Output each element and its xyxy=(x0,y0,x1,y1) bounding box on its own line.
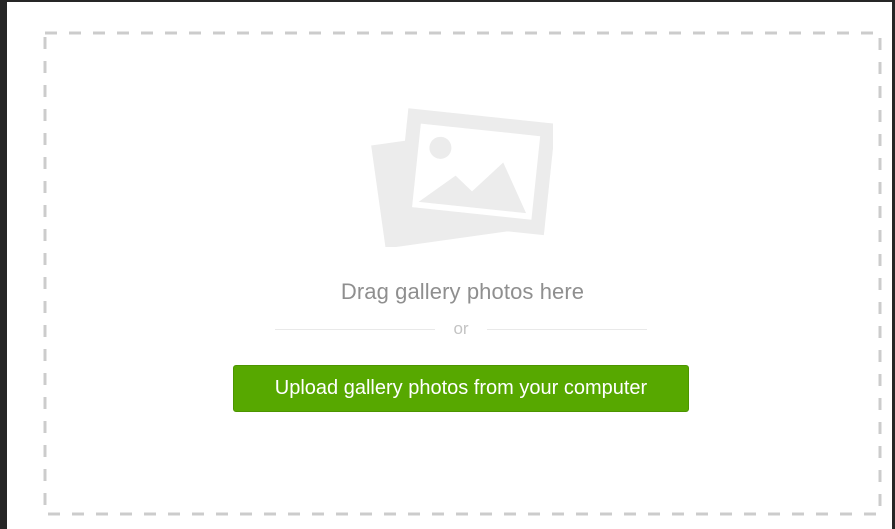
or-separator: or xyxy=(453,319,469,338)
window-frame: Drag gallery photos here or Upload galle… xyxy=(0,0,895,529)
drag-instruction: Drag gallery photos here xyxy=(340,279,585,304)
dropzone-dashed-border xyxy=(43,31,882,516)
photo-dropzone[interactable]: Drag gallery photos here or Upload galle… xyxy=(43,31,882,516)
divider-right xyxy=(487,329,647,330)
divider-left xyxy=(275,329,435,330)
photo-gallery-icon xyxy=(371,108,553,247)
upload-photos-button[interactable]: Upload gallery photos from your computer xyxy=(233,365,689,412)
